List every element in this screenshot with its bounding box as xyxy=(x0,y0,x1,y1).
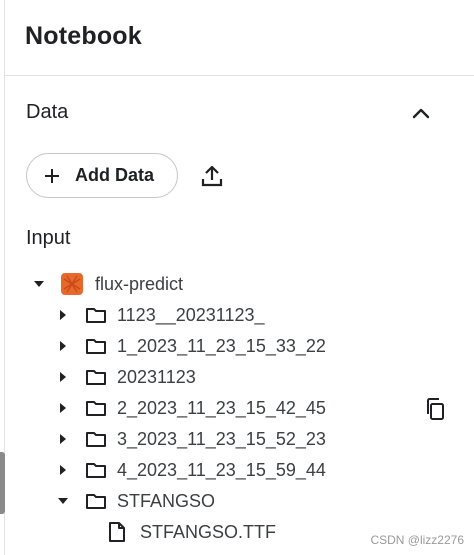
dataset-icon xyxy=(61,273,83,295)
upload-button[interactable] xyxy=(197,160,227,192)
header-divider xyxy=(5,75,474,76)
tree-row-dataset[interactable]: flux-predict xyxy=(31,271,183,297)
input-section-title: Input xyxy=(26,227,71,249)
tree-row-folder[interactable]: 1123__20231123_ xyxy=(55,302,265,328)
notebook-panel: Notebook Data Add Data Input flux-predic… xyxy=(0,0,474,555)
folder-name: 1_2023_11_23_15_33_22 xyxy=(117,335,326,356)
tree-row-folder-expanded[interactable]: STFANGSO xyxy=(55,488,215,514)
panel-title: Notebook xyxy=(25,22,142,50)
add-data-button[interactable]: Add Data xyxy=(26,153,178,198)
tree-row-folder[interactable]: 3_2023_11_23_15_52_23 xyxy=(55,426,326,452)
caret-right-icon[interactable] xyxy=(55,307,71,323)
add-data-label: Add Data xyxy=(75,165,155,185)
folder-name: 4_2023_11_23_15_59_44 xyxy=(117,459,326,480)
panel-resize-handle[interactable] xyxy=(0,452,5,514)
caret-right-icon[interactable] xyxy=(55,431,71,447)
collapse-data-button[interactable] xyxy=(406,98,436,128)
tree-row-folder[interactable]: 1_2023_11_23_15_33_22 xyxy=(55,333,326,359)
file-name: STFANGSO.TTF xyxy=(140,521,277,542)
folder-icon xyxy=(85,430,107,448)
folder-icon xyxy=(85,306,107,324)
caret-right-icon[interactable] xyxy=(55,400,71,416)
copy-path-button[interactable] xyxy=(423,396,447,422)
caret-right-icon[interactable] xyxy=(55,338,71,354)
caret-right-icon[interactable] xyxy=(55,369,71,385)
folder-icon xyxy=(85,492,107,510)
upload-icon xyxy=(201,165,223,187)
caret-down-icon[interactable] xyxy=(55,493,71,509)
folder-icon xyxy=(85,368,107,386)
file-icon xyxy=(108,522,126,542)
tree-row-folder[interactable]: 20231123 xyxy=(55,364,196,390)
folder-name: 3_2023_11_23_15_52_23 xyxy=(117,428,326,449)
chevron-up-icon xyxy=(412,108,430,119)
folder-icon xyxy=(85,337,107,355)
folder-name: 2_2023_11_23_15_42_45 xyxy=(117,397,326,418)
caret-right-icon[interactable] xyxy=(55,462,71,478)
folder-icon xyxy=(85,399,107,417)
folder-name: 20231123 xyxy=(117,366,196,387)
caret-down-icon[interactable] xyxy=(31,276,47,292)
folder-name: 1123__20231123_ xyxy=(117,304,265,325)
watermark: CSDN @lizz2276 xyxy=(370,533,464,547)
copy-icon xyxy=(427,398,444,420)
folder-name: STFANGSO xyxy=(117,490,216,511)
plus-icon xyxy=(45,168,59,183)
folder-icon xyxy=(85,461,107,479)
tree-row-file[interactable]: STFANGSO.TTF xyxy=(108,519,276,545)
tree-row-folder[interactable]: 4_2023_11_23_15_59_44 xyxy=(55,457,326,483)
dataset-name: flux-predict xyxy=(95,273,184,294)
tree-row-folder[interactable]: 2_2023_11_23_15_42_45 xyxy=(55,395,326,421)
data-section-title: Data xyxy=(26,101,69,123)
